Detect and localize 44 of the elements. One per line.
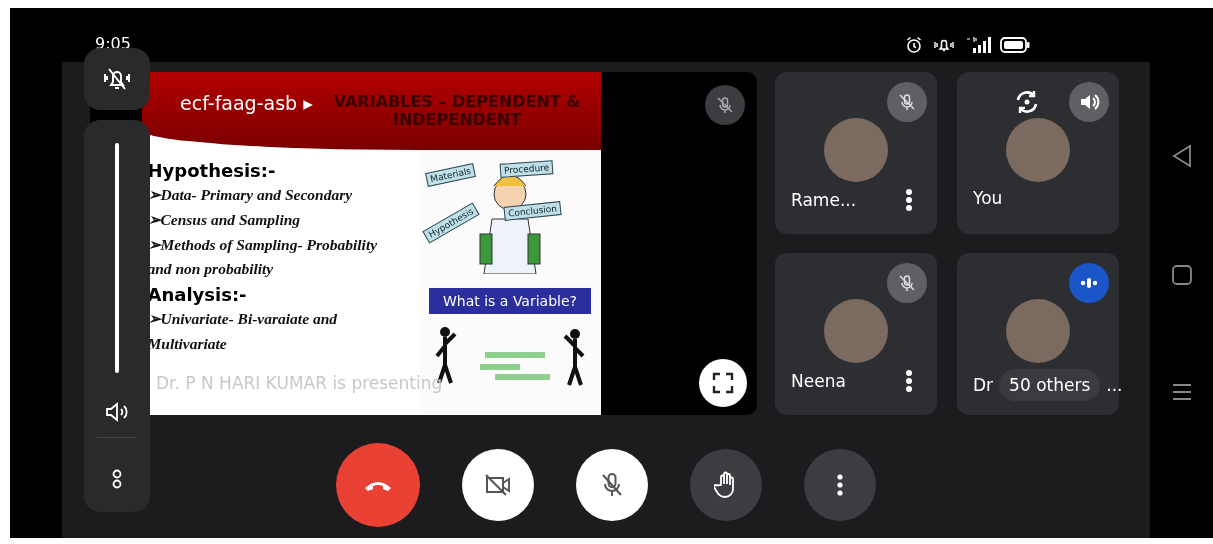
volume-slider[interactable] xyxy=(115,143,119,373)
more-icon xyxy=(905,369,913,393)
slide-title: VARIABLES – DEPENDENT & INDEPENDENT xyxy=(332,93,582,129)
participant-name: Rame... xyxy=(791,190,857,210)
signal-icon xyxy=(965,36,991,54)
diagram-label: Materials xyxy=(425,163,477,187)
slide-bullet: ➢Data- Primary and Secondary xyxy=(147,185,353,205)
back-triangle-icon xyxy=(1170,144,1193,168)
camera-off-icon xyxy=(484,473,512,497)
slide-bullet: ➢Univariate- Bi-varaiate and xyxy=(147,309,338,330)
speaker-icon xyxy=(104,401,130,423)
participant-name: You xyxy=(973,188,1003,208)
more-options-button[interactable] xyxy=(905,188,913,212)
alarm-clock-icon xyxy=(905,36,923,54)
menu-icon xyxy=(1170,382,1193,402)
others-count-pill[interactable]: 50 others xyxy=(999,369,1101,401)
participant-name: Neena xyxy=(791,371,846,391)
meeting-code[interactable]: ecf-faag-asb ▸ xyxy=(180,92,313,114)
speaking-indicator-icon xyxy=(1069,263,1109,303)
silent-mode-button[interactable] xyxy=(84,48,150,110)
fullscreen-icon xyxy=(712,372,734,394)
mic-off-icon xyxy=(600,472,624,498)
more-options-button[interactable] xyxy=(905,369,913,393)
slide-banner: What is a Variable? xyxy=(429,288,591,314)
mic-off-icon xyxy=(887,263,927,303)
two-circles-icon xyxy=(111,468,123,490)
diagram-label: Procedure xyxy=(499,160,554,178)
mic-off-icon xyxy=(887,82,927,122)
more-icon xyxy=(836,473,844,497)
fullscreen-button[interactable] xyxy=(699,359,747,407)
volume-settings-button[interactable] xyxy=(111,468,123,490)
battery-icon xyxy=(1000,37,1030,53)
slide-heading: Hypothesis:- xyxy=(147,160,276,181)
back-button[interactable] xyxy=(1170,144,1193,168)
speaker-button[interactable] xyxy=(1069,82,1109,122)
home-square-icon xyxy=(1170,264,1193,286)
more-icon xyxy=(905,188,913,212)
slide-bullet: ➢Census and Sampling xyxy=(147,209,301,230)
recent-apps-button[interactable] xyxy=(1170,382,1193,402)
name-ellipsis: ... xyxy=(1106,375,1123,395)
slide-bullet: ➢Methods of Sampling- Probability xyxy=(147,234,378,255)
home-button[interactable] xyxy=(1170,264,1193,286)
speaker-icon xyxy=(1078,91,1100,113)
participant-name: Dr xyxy=(973,375,994,395)
